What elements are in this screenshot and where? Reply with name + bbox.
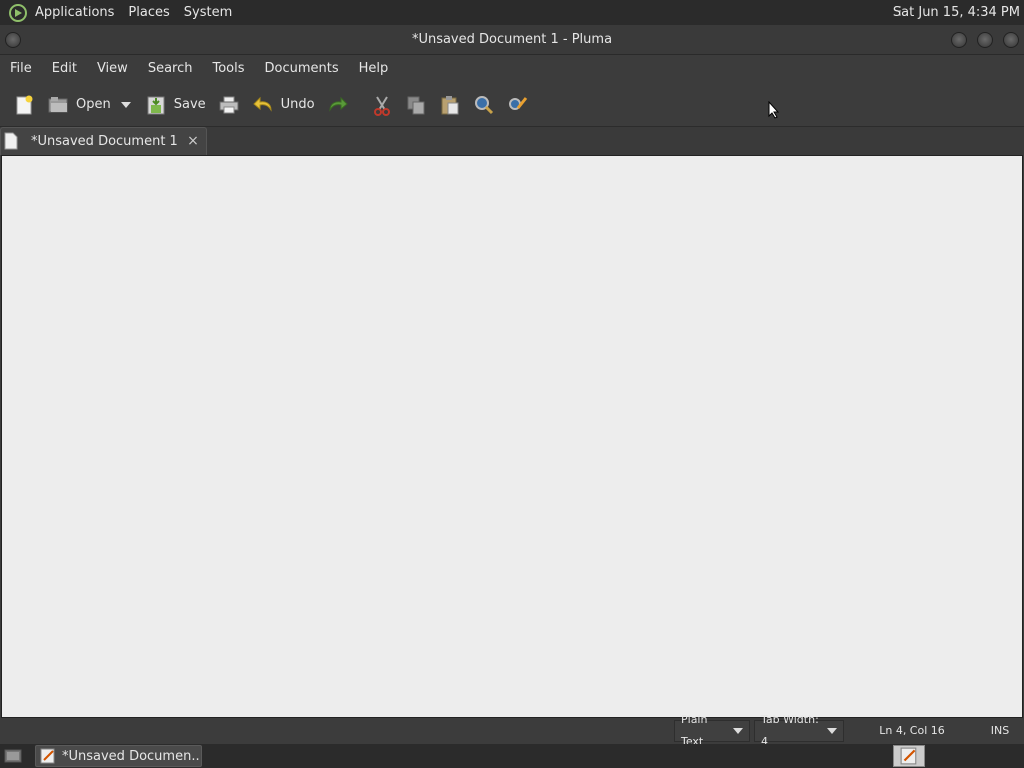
redo-icon bbox=[327, 94, 349, 116]
save-label: Save bbox=[173, 97, 206, 112]
chevron-down-icon bbox=[733, 728, 743, 734]
chevron-down-icon bbox=[120, 94, 132, 116]
document-tabbar: *Unsaved Document 1 × bbox=[0, 127, 1024, 155]
cursor-position-label: Ln 4, Col 16 bbox=[879, 724, 945, 737]
close-tab-icon[interactable]: × bbox=[184, 132, 202, 150]
recent-files-dropdown[interactable] bbox=[118, 88, 138, 122]
cut-button[interactable] bbox=[366, 88, 398, 122]
menu-help[interactable]: Help bbox=[349, 55, 399, 83]
menubar: File Edit View Search Tools Documents He… bbox=[0, 55, 1024, 83]
workspace-switcher-icon[interactable] bbox=[893, 745, 925, 767]
print-button[interactable] bbox=[213, 88, 245, 122]
undo-label: Undo bbox=[280, 97, 315, 112]
save-button[interactable]: Save bbox=[140, 88, 211, 122]
menu-view[interactable]: View bbox=[87, 55, 138, 83]
window-title: *Unsaved Document 1 - Pluma bbox=[411, 32, 613, 47]
toolbar: Open Save Undo bbox=[0, 83, 1024, 127]
open-button[interactable]: Open bbox=[42, 88, 116, 122]
menu-edit[interactable]: Edit bbox=[42, 55, 87, 83]
text-editor-icon bbox=[40, 748, 56, 764]
taskbar-window-label: *Unsaved Documen... bbox=[62, 748, 201, 764]
mate-logo-icon[interactable] bbox=[8, 3, 28, 23]
printer-icon bbox=[218, 94, 240, 116]
top-panel: Applications Places System Sat Jun 15, 4… bbox=[0, 0, 1024, 25]
menu-tools[interactable]: Tools bbox=[202, 55, 254, 83]
statusbar: Plain Text Tab Width: 4 Ln 4, Col 16 INS bbox=[0, 713, 1024, 748]
panel-menu-places[interactable]: Places bbox=[121, 5, 176, 20]
panel-clock[interactable]: Sat Jun 15, 4:34 PM bbox=[893, 0, 1020, 25]
insert-mode: INS bbox=[980, 720, 1020, 742]
find-button[interactable] bbox=[468, 88, 500, 122]
copy-icon bbox=[405, 94, 427, 116]
clipboard-icon bbox=[439, 94, 461, 116]
undo-icon bbox=[252, 94, 274, 116]
undo-button[interactable]: Undo bbox=[247, 88, 320, 122]
tab-label: *Unsaved Document 1 bbox=[31, 134, 178, 149]
insert-mode-label: INS bbox=[990, 724, 1010, 737]
find-replace-button[interactable] bbox=[502, 88, 534, 122]
open-folder-icon bbox=[47, 94, 69, 116]
paste-button[interactable] bbox=[434, 88, 466, 122]
close-window-button[interactable] bbox=[1003, 32, 1019, 48]
find-replace-icon bbox=[507, 94, 529, 116]
panel-menu-applications[interactable]: Applications bbox=[28, 5, 121, 20]
window-titlebar[interactable]: *Unsaved Document 1 - Pluma bbox=[0, 25, 1024, 55]
maximize-button[interactable] bbox=[977, 32, 993, 48]
redo-button[interactable] bbox=[322, 88, 354, 122]
menu-file[interactable]: File bbox=[0, 55, 42, 83]
new-document-icon bbox=[13, 94, 35, 116]
chevron-down-icon bbox=[827, 728, 837, 734]
open-label: Open bbox=[76, 97, 111, 112]
menu-search[interactable]: Search bbox=[138, 55, 203, 83]
minimize-button[interactable] bbox=[951, 32, 967, 48]
panel-menu-system[interactable]: System bbox=[177, 5, 239, 20]
text-file-icon bbox=[4, 132, 18, 150]
new-button[interactable] bbox=[8, 88, 40, 122]
menu-documents[interactable]: Documents bbox=[255, 55, 349, 83]
tab-unsaved-document[interactable]: *Unsaved Document 1 × bbox=[0, 127, 207, 155]
bottom-panel: *Unsaved Documen... bbox=[0, 744, 1024, 768]
scissors-icon bbox=[371, 94, 393, 116]
save-icon bbox=[145, 94, 167, 116]
language-selector[interactable]: Plain Text bbox=[674, 713, 750, 748]
tab-width-selector[interactable]: Tab Width: 4 bbox=[754, 713, 844, 748]
text-editor-area[interactable] bbox=[1, 155, 1023, 718]
copy-button[interactable] bbox=[400, 88, 432, 122]
magnifier-icon bbox=[473, 94, 495, 116]
taskbar-window-pluma[interactable]: *Unsaved Documen... bbox=[35, 745, 202, 767]
cursor-position: Ln 4, Col 16 bbox=[848, 720, 976, 742]
show-desktop-icon[interactable] bbox=[3, 746, 23, 766]
mouse-pointer-icon bbox=[768, 100, 780, 123]
